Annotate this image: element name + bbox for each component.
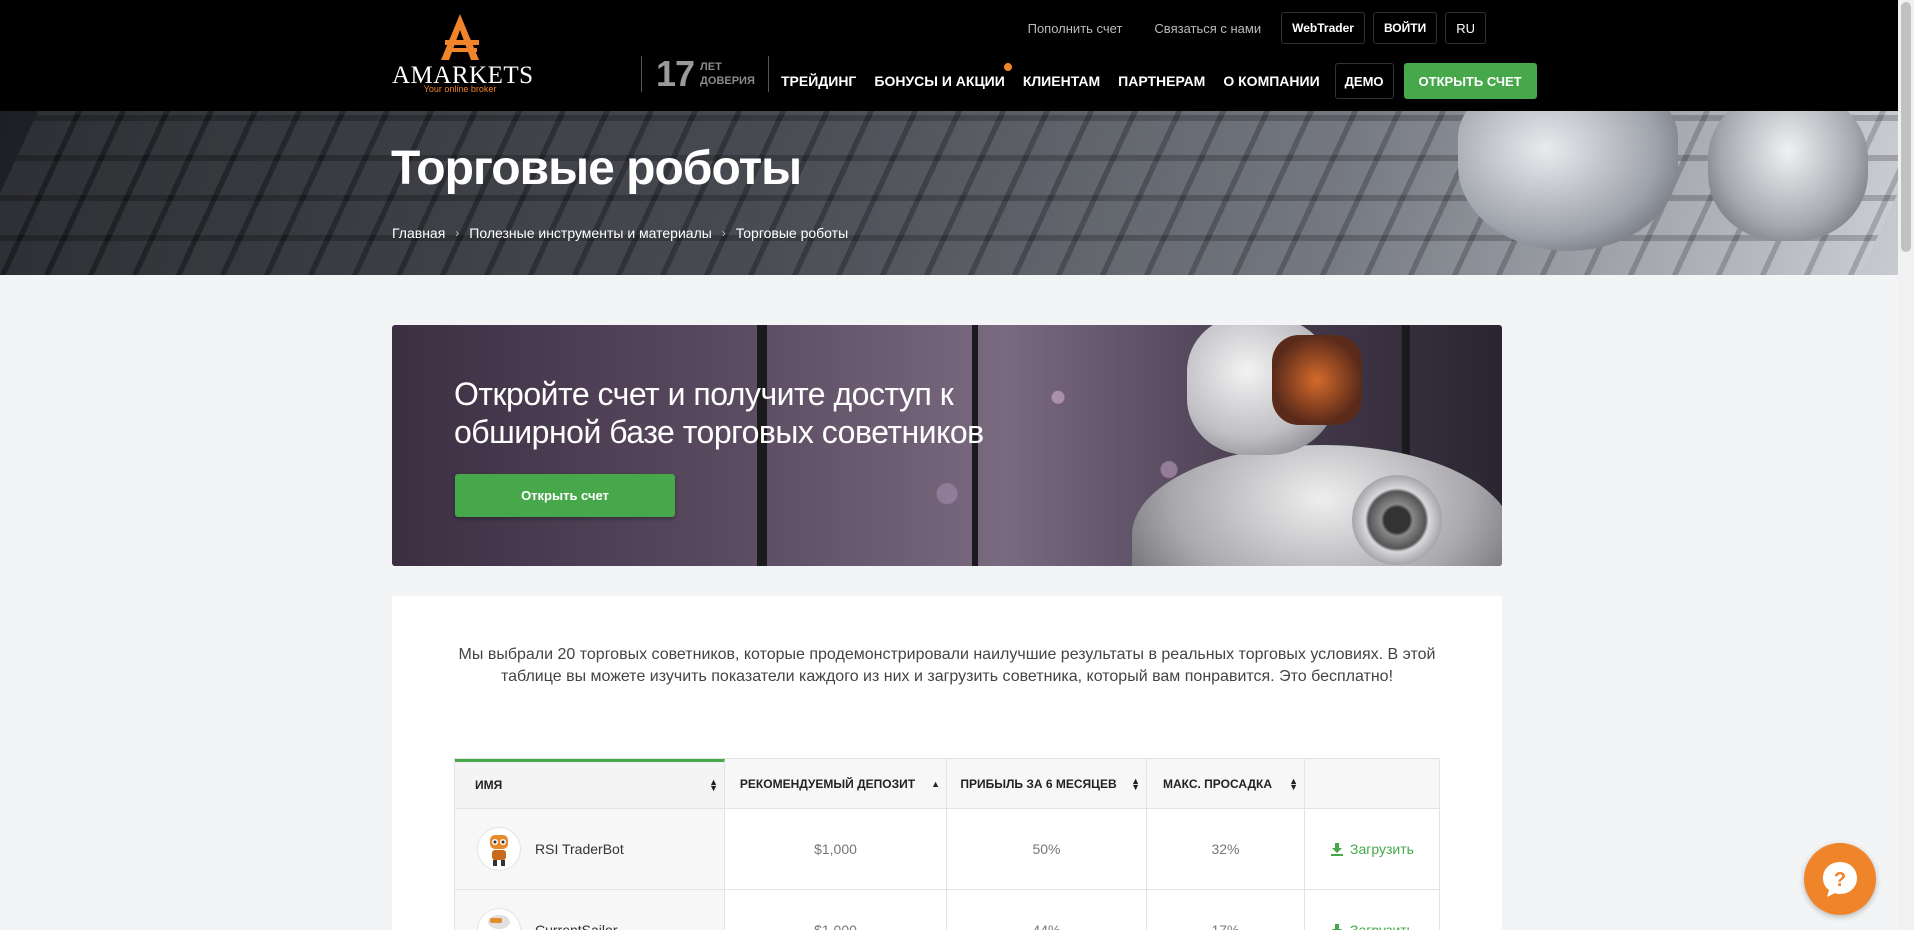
orange-robot-icon	[477, 827, 521, 871]
column-header-label: ИМЯ	[475, 778, 503, 792]
robots-table: ИМЯ ▲ ▼ РЕКОМЕНДУЕМЫЙ ДЕПОЗИТ ▲ ПРИБЫЛЬ З…	[454, 758, 1440, 930]
robot-name-cell: CurrentSailor	[455, 890, 725, 930]
page-title: Торговые роботы	[391, 142, 802, 195]
nav-bonuses-label: БОНУСЫ И АКЦИИ	[874, 73, 1005, 89]
robot-name-cell: RSI TraderBot	[455, 809, 725, 889]
table-row: RSI TraderBot $1,000 50% 32% Загрузить	[455, 809, 1439, 890]
drawdown-cell: 32%	[1147, 809, 1305, 889]
table-row: CurrentSailor $1,000 44% 17% Загрузить	[455, 890, 1439, 930]
breadcrumb-home[interactable]: Главная	[392, 225, 445, 241]
intro-text: Мы выбрали 20 торговых советников, котор…	[458, 646, 1436, 685]
amarkets-logo[interactable]: AMARKETS Your online broker	[392, 12, 533, 96]
download-link[interactable]: Загрузить	[1330, 841, 1414, 857]
nav-trading[interactable]: ТРЕЙДИНГ	[772, 73, 865, 89]
column-header-deposit[interactable]: РЕКОМЕНДУЕМЫЙ ДЕПОЗИТ ▲	[725, 759, 947, 808]
robot-core-image	[1272, 335, 1362, 425]
notification-dot	[1003, 63, 1012, 71]
page-scrollbar[interactable]	[1898, 0, 1914, 930]
breadcrumb-tools[interactable]: Полезные инструменты и материалы	[469, 225, 712, 241]
robots-card: Мы выбрали 20 торговых советников, котор…	[392, 596, 1502, 930]
nav-bonuses[interactable]: БОНУСЫ И АКЦИИ	[865, 63, 1013, 89]
sort-icon[interactable]: ▲ ▼	[1289, 776, 1298, 791]
nav-clients[interactable]: КЛИЕНТАМ	[1014, 73, 1109, 89]
column-header-profit[interactable]: ПРИБЫЛЬ ЗА 6 МЕСЯЦЕВ ▲ ▼	[947, 759, 1147, 808]
years-number: 17	[656, 53, 695, 94]
download-icon	[1331, 843, 1344, 856]
nav-about[interactable]: О КОМПАНИИ	[1214, 73, 1328, 89]
support-chat-button[interactable]: ?	[1804, 843, 1876, 915]
promo-banner: Откройте счет и получите доступ к обширн…	[392, 325, 1502, 566]
download-cell: Загрузить	[1305, 809, 1439, 889]
login-button[interactable]: ВОЙТИ	[1372, 12, 1438, 44]
chat-question-icon: ?	[1823, 862, 1857, 897]
column-header-label: ПРИБЫЛЬ ЗА 6 МЕСЯЦЕВ	[960, 776, 1117, 791]
years-of-trust: 17 ЛЕТ ДОВЕРИЯ	[641, 53, 769, 94]
profit-cell: 50%	[947, 809, 1147, 889]
main-nav: ТРЕЙДИНГ БОНУСЫ И АКЦИИ КЛИЕНТАМ ПАРТНЕР…	[772, 63, 1537, 99]
logo-tagline: Your online broker	[423, 84, 497, 94]
site-header: AMARKETS Your online broker Пополнить сч…	[0, 0, 1898, 111]
robot-name[interactable]: CurrentSailor	[535, 922, 617, 930]
column-header-name[interactable]: ИМЯ ▲ ▼	[455, 759, 725, 808]
hero-section: Торговые роботы Главная › Полезные инстр…	[0, 111, 1898, 275]
demo-button[interactable]: ДЕМО	[1334, 63, 1394, 99]
table-header: ИМЯ ▲ ▼ РЕКОМЕНДУЕМЫЙ ДЕПОЗИТ ▲ ПРИБЫЛЬ З…	[455, 759, 1439, 809]
column-header-label: МАКС. ПРОСАДКА	[1163, 776, 1272, 791]
robot-hand-image-2	[1708, 111, 1868, 241]
breadcrumb-separator-icon: ›	[455, 226, 460, 240]
download-link[interactable]: Загрузить	[1330, 922, 1414, 930]
download-label: Загрузить	[1350, 841, 1414, 857]
open-account-button[interactable]: ОТКРЫТЬ СЧЕТ	[1403, 63, 1537, 99]
sort-icon[interactable]: ▲ ▼	[1131, 776, 1140, 791]
download-label: Загрузить	[1350, 922, 1414, 930]
deposit-cell: $1,000	[725, 809, 947, 889]
years-line-1: ЛЕТ	[700, 61, 722, 73]
profit-cell: 44%	[947, 890, 1147, 930]
svg-text:?: ?	[1834, 869, 1846, 891]
sort-asc-icon[interactable]: ▲	[931, 779, 940, 788]
column-header-label: РЕКОМЕНДУЕМЫЙ ДЕПОЗИТ	[739, 776, 916, 791]
scrollbar-thumb[interactable]	[1901, 2, 1911, 252]
top-links: Пополнить счет Связаться с нами WebTrade…	[1016, 12, 1486, 44]
robot-joint-image	[1352, 475, 1442, 565]
download-icon	[1332, 924, 1343, 930]
column-header-actions	[1305, 759, 1439, 808]
top-link-deposit[interactable]: Пополнить счет	[1016, 21, 1135, 36]
nav-partners[interactable]: ПАРТНЕРАМ	[1109, 73, 1214, 89]
banner-open-account-button[interactable]: Открыть счет	[455, 474, 675, 517]
sailor-robot-icon	[477, 908, 521, 930]
top-link-contact[interactable]: Связаться с нами	[1142, 21, 1273, 36]
sort-icon[interactable]: ▲ ▼	[709, 778, 718, 793]
breadcrumb: Главная › Полезные инструменты и материа…	[392, 225, 848, 241]
years-line-2: ДОВЕРИЯ	[700, 75, 755, 87]
drawdown-cell: 17%	[1147, 890, 1305, 930]
webtrader-button[interactable]: WebTrader	[1281, 12, 1365, 44]
robot-name[interactable]: RSI TraderBot	[535, 841, 624, 857]
breadcrumb-current: Торговые роботы	[735, 225, 849, 241]
logo-a-icon	[441, 14, 479, 60]
years-text: ЛЕТ ДОВЕРИЯ	[700, 60, 755, 88]
breadcrumb-separator-icon: ›	[721, 226, 726, 240]
deposit-cell: $1,000	[725, 890, 947, 930]
column-header-drawdown[interactable]: МАКС. ПРОСАДКА ▲ ▼	[1147, 759, 1305, 808]
banner-title: Откройте счет и получите доступ к обширн…	[454, 376, 984, 450]
download-cell: Загрузить	[1305, 890, 1439, 930]
language-selector[interactable]: RU	[1445, 12, 1486, 44]
